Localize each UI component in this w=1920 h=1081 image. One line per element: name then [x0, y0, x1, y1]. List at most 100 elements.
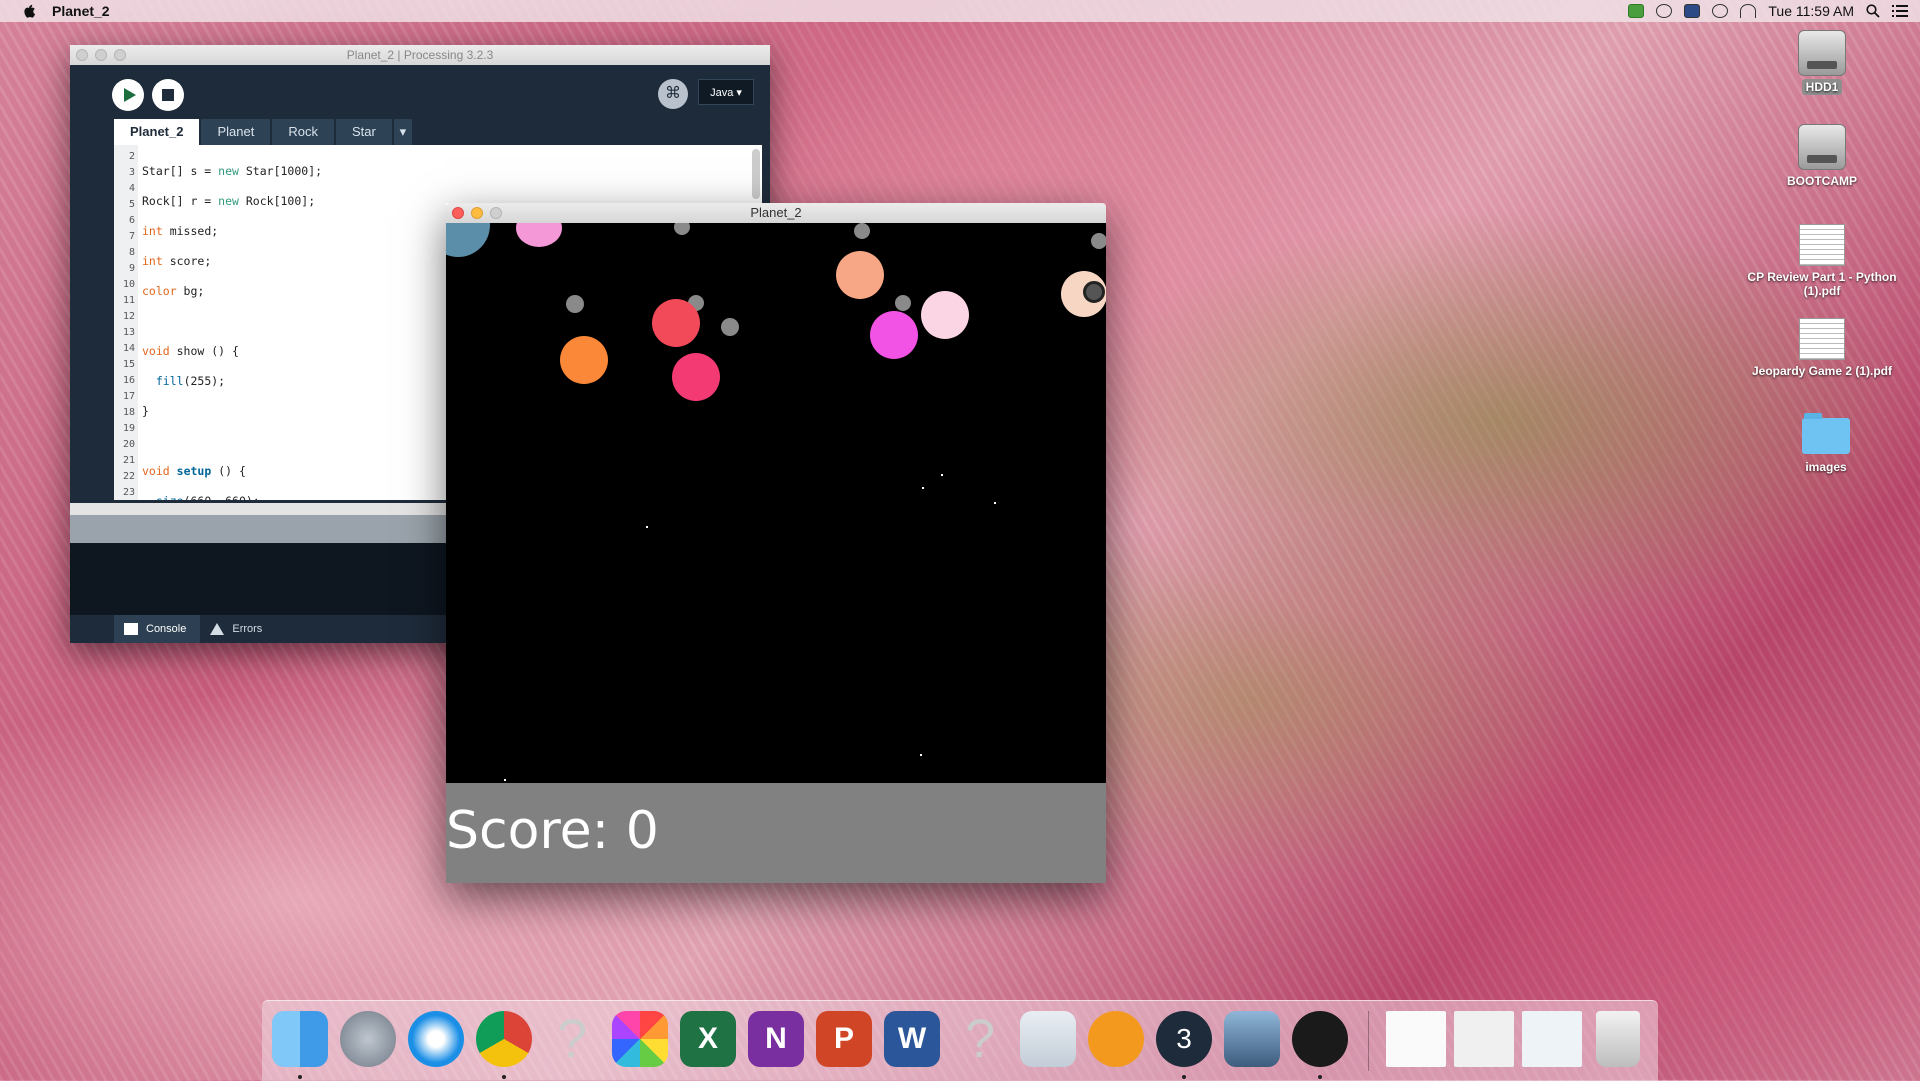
tab-star[interactable]: Star [335, 119, 392, 145]
trash-icon[interactable] [1596, 1011, 1640, 1067]
vertical-scrollbar[interactable] [752, 149, 760, 199]
chrome-icon[interactable] [476, 1011, 532, 1067]
desktop-item-images-folder[interactable]: images [1746, 413, 1906, 474]
star [920, 754, 922, 756]
mode-selector[interactable]: Java ▾ [698, 79, 754, 105]
console-tab-label: Console [146, 623, 187, 635]
planet [870, 311, 918, 359]
desktop-item-bootcamp[interactable]: BOOTCAMP [1742, 124, 1902, 188]
active-app-name[interactable]: Planet_2 [52, 3, 110, 19]
processing-icon[interactable]: 3 [1156, 1011, 1212, 1067]
minimized-window-icon[interactable] [1454, 1011, 1514, 1067]
onenote-icon[interactable]: N [748, 1011, 804, 1067]
running-indicator [1182, 1075, 1186, 1079]
ide-window-title: Planet_2 | Processing 3.2.3 [346, 48, 494, 62]
errors-tab-label: Errors [232, 623, 263, 635]
planet [836, 251, 884, 299]
tabs-menu-button[interactable]: ▾ [393, 119, 412, 145]
ibooks-icon[interactable] [1088, 1011, 1144, 1067]
window-controls [452, 207, 502, 219]
run-button[interactable] [112, 79, 144, 111]
rock [674, 223, 690, 235]
sync-icon[interactable] [1656, 4, 1673, 18]
desktop-item-jeopardy-pdf[interactable]: Jeopardy Game 2 (1).pdf [1742, 318, 1902, 378]
hard-disk-icon [1798, 124, 1846, 170]
minimize-button[interactable] [471, 207, 483, 219]
tab-console[interactable]: Console [114, 615, 201, 643]
status-menus: Tue 11:59 AM [1628, 0, 1908, 22]
stop-button[interactable] [152, 79, 184, 111]
sketch-tabs: Planet_2 Planet Rock Star ▾ [114, 119, 414, 145]
sketch-title-bar[interactable]: Planet_2 [446, 203, 1106, 223]
dock: ? X N P W ? 3 [262, 1000, 1658, 1081]
rock [721, 318, 739, 336]
excel-icon[interactable]: X [680, 1011, 736, 1067]
desktop-item-cp-review-pdf[interactable]: CP Review Part 1 - Python (1).pdf [1742, 224, 1902, 298]
score-panel: Score: 0 [446, 783, 1106, 883]
terminal-icon [124, 623, 138, 635]
clock[interactable]: Tue 11:59 AM [1768, 3, 1854, 19]
menu-bar: Planet_2 Tue 11:59 AM [0, 0, 1920, 22]
notification-center-icon[interactable] [1892, 5, 1908, 17]
photos-icon[interactable] [612, 1011, 668, 1067]
rock [895, 295, 911, 311]
apple-logo-icon[interactable] [20, 2, 38, 20]
unknown-app-icon[interactable]: ? [544, 1011, 600, 1067]
status-app-icon[interactable] [1628, 4, 1645, 18]
folder-icon [1802, 413, 1850, 454]
unknown-app-icon[interactable]: ? [952, 1011, 1008, 1067]
minimize-button[interactable] [95, 49, 107, 61]
sketch-canvas[interactable] [446, 223, 1106, 783]
tab-planet-2[interactable]: Planet_2 [114, 119, 200, 145]
safari-icon[interactable] [408, 1011, 464, 1067]
rock [1091, 233, 1106, 249]
debugger-button[interactable]: ⌘ [658, 79, 688, 109]
ide-toolbar: ⌘ Java ▾ [70, 65, 770, 115]
star [941, 474, 943, 476]
running-indicator [1318, 1075, 1322, 1079]
spotlight-search-icon[interactable] [1866, 4, 1880, 18]
rock [854, 223, 870, 239]
zoom-button[interactable] [114, 49, 126, 61]
sketch-window: Planet_2 Score: 0 [446, 203, 1106, 883]
window-controls [76, 49, 126, 61]
pdf-document-icon [1799, 318, 1845, 360]
minimized-window-icon[interactable] [1386, 1011, 1446, 1067]
planet [672, 353, 720, 401]
desktop-item-hdd1[interactable]: HDD1 [1742, 30, 1902, 95]
close-button[interactable] [452, 207, 464, 219]
planet [921, 291, 969, 339]
quicktime-icon[interactable] [1292, 1011, 1348, 1067]
launchpad-icon[interactable] [340, 1011, 396, 1067]
tab-planet[interactable]: Planet [201, 119, 271, 145]
close-button[interactable] [76, 49, 88, 61]
running-indicator [502, 1075, 506, 1079]
wifi-icon[interactable] [1740, 4, 1757, 18]
creative-cloud-icon[interactable] [1712, 4, 1729, 18]
zoom-button[interactable] [490, 207, 502, 219]
line-number-gutter: 234 567 8 9 10 11 12 13 14 15 16 17 18 19 20 21 22… [114, 145, 138, 500]
preview-icon[interactable] [1020, 1011, 1076, 1067]
planet [652, 299, 700, 347]
desktop-item-label: images [1805, 460, 1847, 474]
dock-separator [1368, 1011, 1369, 1071]
rock [566, 295, 584, 313]
tab-errors[interactable]: Errors [200, 615, 276, 643]
ide-title-bar[interactable]: Planet_2 | Processing 3.2.3 [70, 45, 770, 65]
desktop-item-label: Jeopardy Game 2 (1).pdf [1751, 364, 1893, 378]
hard-disk-icon [1798, 30, 1846, 76]
tab-rock[interactable]: Rock [272, 119, 334, 145]
planet [560, 336, 608, 384]
desktop-item-label: HDD1 [1801, 79, 1843, 95]
display-icon[interactable] [1684, 4, 1701, 18]
running-indicator [298, 1075, 302, 1079]
downloads-stack-icon[interactable] [1522, 1011, 1582, 1067]
star [922, 487, 924, 489]
finder-icon[interactable] [272, 1011, 328, 1067]
image-capture-icon[interactable] [1224, 1011, 1280, 1067]
word-icon[interactable]: W [884, 1011, 940, 1067]
desktop-item-label: BOOTCAMP [1787, 174, 1857, 188]
sketch-window-title: Planet_2 [750, 205, 802, 220]
rock [1083, 281, 1105, 303]
powerpoint-icon[interactable]: P [816, 1011, 872, 1067]
